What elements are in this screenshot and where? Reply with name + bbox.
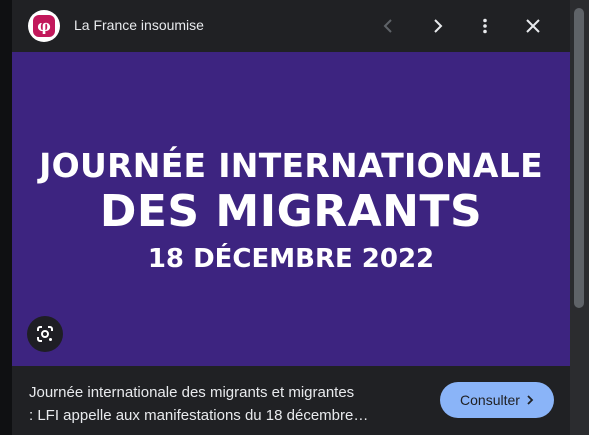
chevron-right-icon (434, 19, 443, 33)
chevron-left-icon (383, 19, 392, 33)
image-title-line2: DES MIGRANTS (99, 186, 483, 237)
close-button[interactable] (519, 12, 547, 40)
site-name[interactable]: La France insoumise (74, 17, 204, 33)
preview-image[interactable]: JOURNÉE INTERNATIONALE DES MIGRANTS 18 D… (12, 52, 570, 366)
next-button[interactable] (423, 12, 451, 40)
chevron-right-icon (527, 395, 534, 405)
scrollbar-thumb[interactable] (574, 8, 584, 308)
lens-search-button[interactable] (27, 316, 63, 352)
more-options-button[interactable] (471, 12, 499, 40)
image-date-line: 18 DÉCEMBRE 2022 (147, 244, 435, 274)
close-icon (526, 19, 540, 33)
previous-button[interactable] (375, 12, 403, 40)
lens-icon (37, 326, 53, 342)
caption-line1: Journée internationale des migrants et m… (29, 384, 355, 401)
consult-label: Consulter (460, 392, 520, 408)
logo-glyph: φ (37, 16, 51, 35)
caption-line2: : LFI appelle aux manifestations du 18 d… (29, 407, 369, 424)
viewer-header: φ La France insoumise (12, 0, 570, 52)
image-viewer-panel: φ La France insoumise JOURNÉE INTERNATIO… (12, 0, 570, 435)
caption-link[interactable]: Journée internationale des migrants et m… (29, 381, 429, 427)
lfi-logo-icon: φ (33, 15, 55, 37)
consult-button[interactable]: Consulter (440, 382, 554, 418)
caption-bar: Journée internationale des migrants et m… (12, 366, 570, 435)
more-vert-icon (483, 18, 487, 34)
image-title-line1: JOURNÉE INTERNATIONALE (39, 146, 543, 185)
site-logo[interactable]: φ (28, 10, 60, 42)
